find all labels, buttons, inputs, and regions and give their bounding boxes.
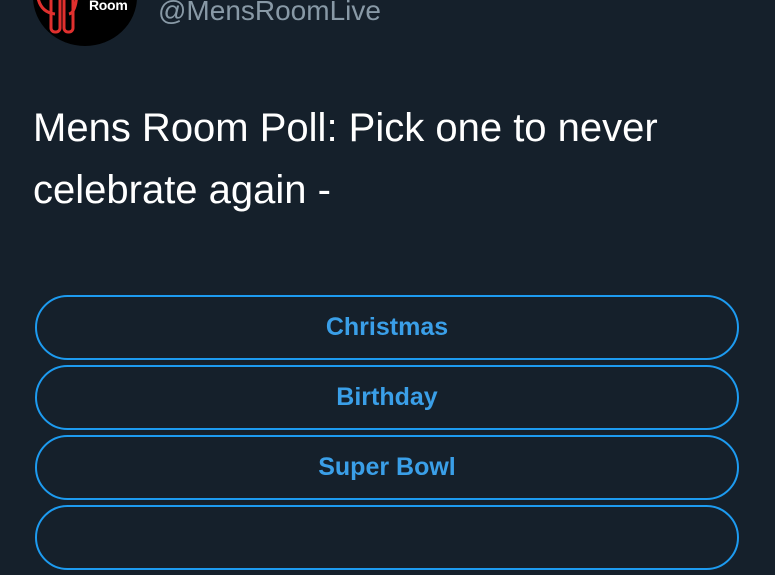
poll-option-christmas[interactable]: Christmas (35, 295, 739, 360)
avatar[interactable]: Room (33, 0, 137, 46)
tweet: Room @MensRoomLive Mens Room Poll: Pick … (0, 0, 775, 570)
poll-option-super-bowl[interactable]: Super Bowl (35, 435, 739, 500)
poll: Christmas Birthday Super Bowl (35, 295, 739, 575)
tweet-text: Mens Room Poll: Pick one to never celebr… (33, 106, 658, 212)
avatar-logo-text: Room (89, 0, 128, 13)
user-handle[interactable]: @MensRoomLive (158, 0, 381, 28)
poll-option-birthday[interactable]: Birthday (35, 365, 739, 430)
